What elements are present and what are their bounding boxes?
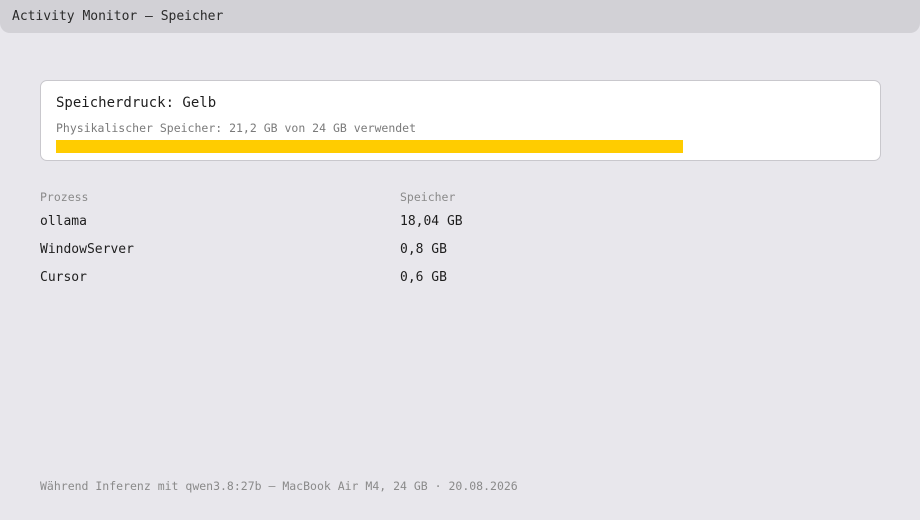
process-name: Cursor — [40, 270, 87, 285]
physical-memory-detail: Physikalischer Speicher: 21,2 GB von 24 … — [56, 121, 417, 135]
window-title: Activity Monitor — Speicher — [12, 9, 224, 24]
column-header-process[interactable]: Prozess — [40, 190, 88, 204]
process-name: WindowServer — [40, 242, 134, 257]
footer-note: Während Inferenz mit qwen3.8:27b — MacBo… — [40, 479, 518, 493]
table-header: Prozess Speicher — [40, 186, 881, 210]
process-name: ollama — [40, 214, 87, 229]
column-header-memory[interactable]: Speicher — [400, 190, 455, 204]
process-table: Prozess Speicher ollama 18,04 GB WindowS… — [40, 186, 881, 294]
process-memory: 0,6 GB — [400, 270, 447, 285]
window-titlebar: Activity Monitor — Speicher — [0, 0, 920, 33]
memory-pressure-card: Speicherdruck: Gelb Physikalischer Speic… — [40, 80, 881, 161]
process-memory: 0,8 GB — [400, 242, 447, 257]
table-row[interactable]: ollama 18,04 GB — [40, 210, 881, 238]
table-row[interactable]: WindowServer 0,8 GB — [40, 238, 881, 266]
memory-pressure-bar — [56, 140, 768, 153]
memory-pressure-title: Speicherdruck: Gelb — [56, 95, 217, 111]
table-row[interactable]: Cursor 0,6 GB — [40, 266, 881, 294]
process-memory: 18,04 GB — [400, 214, 463, 229]
memory-pressure-bar-fill — [56, 140, 683, 153]
